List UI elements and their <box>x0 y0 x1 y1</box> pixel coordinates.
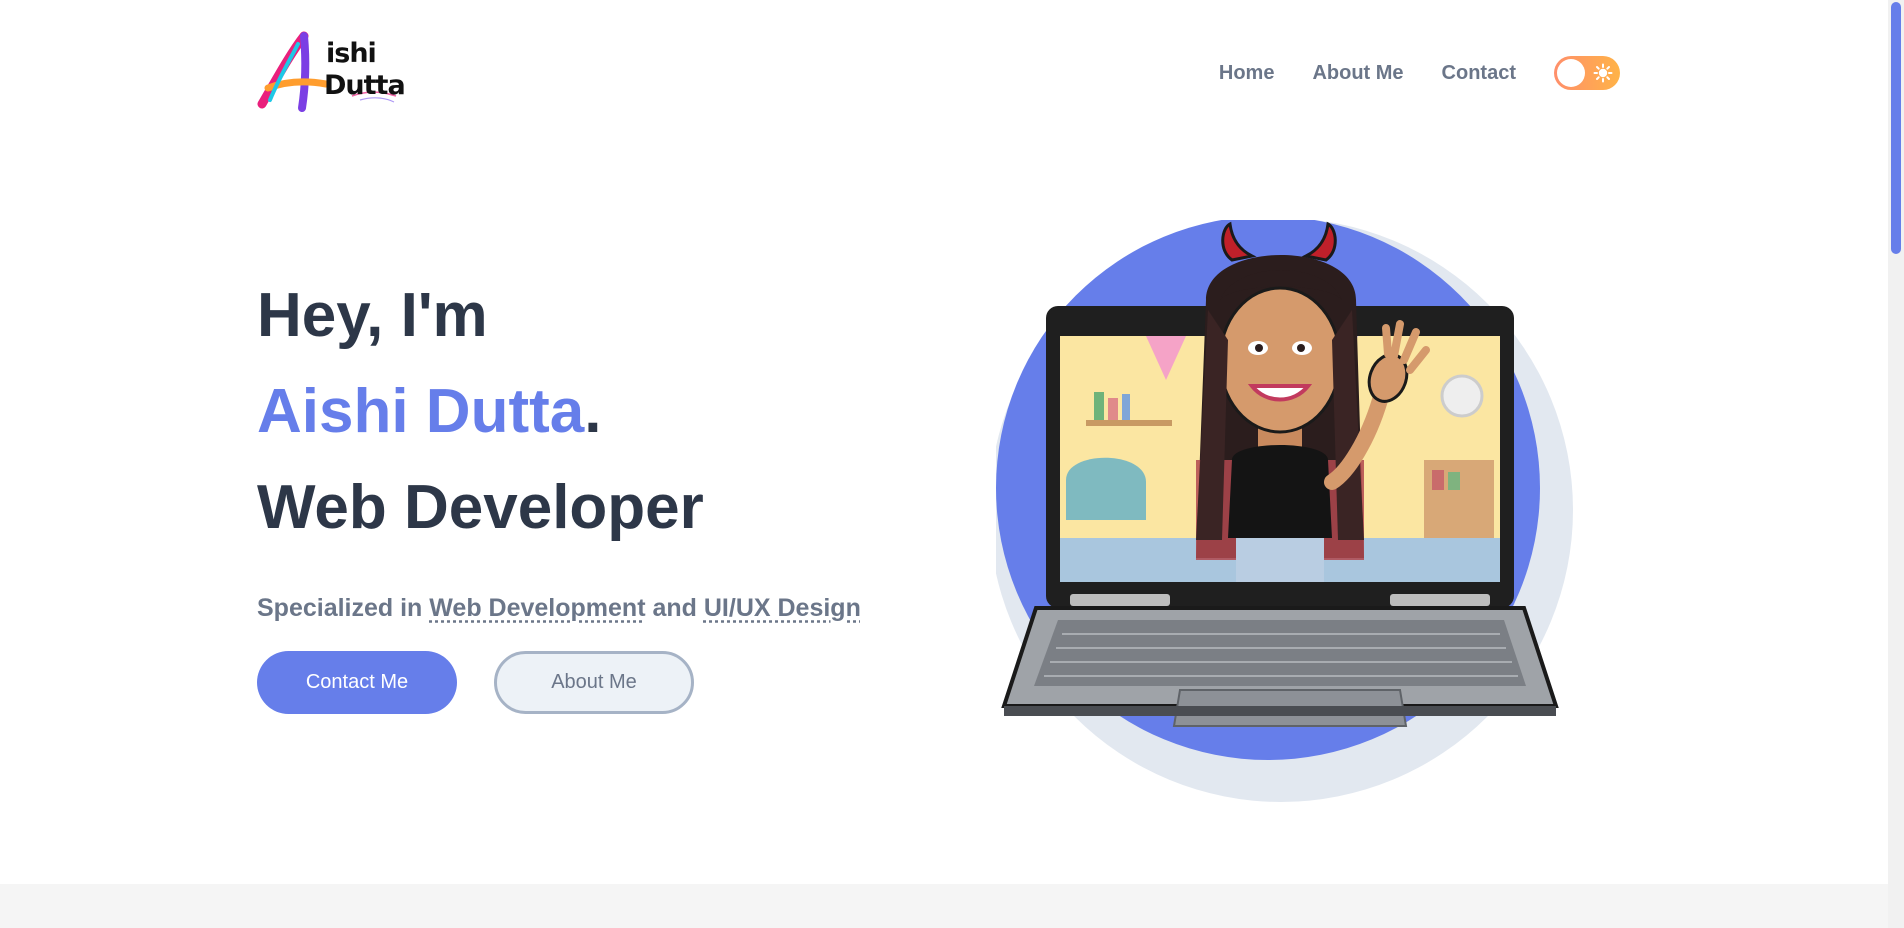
subtitle-prefix: Specialized in <box>257 594 430 622</box>
hero-name: Aishi Dutta <box>257 377 585 446</box>
sun-icon <box>1593 63 1613 83</box>
hero-subtitle: Specialized in Web Development and UI/UX… <box>257 594 957 623</box>
scrollbar-thumb[interactable] <box>1891 2 1901 254</box>
hero-greeting: Hey, I'm <box>257 281 488 350</box>
subtitle-joiner: and <box>645 594 704 622</box>
hero-buttons: Contact Me About Me <box>257 651 694 714</box>
hero-role: Web Developer <box>257 473 704 542</box>
hero-name-line: Aishi Dutta. <box>257 364 957 460</box>
hero-name-period: . <box>584 377 602 446</box>
brand-logo[interactable]: ishi Dutta <box>256 30 426 114</box>
nav-home-link[interactable]: Home <box>1219 57 1275 89</box>
avatar-laptop-image <box>996 220 1573 802</box>
nav-contact-link[interactable]: Contact <box>1442 57 1516 89</box>
skill-ui-ux-design: UI/UX Design <box>703 594 861 622</box>
logo-text-first: ishi <box>326 38 377 69</box>
main-nav: Home About Me Contact <box>1219 56 1620 90</box>
next-section-band <box>0 884 1888 928</box>
skill-web-development: Web Development <box>429 594 646 622</box>
contact-me-button[interactable]: Contact Me <box>257 651 457 714</box>
page-scrollbar[interactable] <box>1888 0 1904 928</box>
toggle-knob <box>1557 59 1585 87</box>
page: ishi Dutta Home About Me Contact Hey, I'… <box>0 0 1904 928</box>
logo-text-second: Dutta <box>324 70 406 101</box>
about-me-button[interactable]: About Me <box>494 651 694 714</box>
theme-toggle[interactable] <box>1554 56 1620 90</box>
nav-about-link[interactable]: About Me <box>1312 57 1403 89</box>
hero-illustration <box>996 220 1596 820</box>
hero-text: Hey, I'm Aishi Dutta. Web Developer Spec… <box>257 268 957 648</box>
site-header: ishi Dutta Home About Me Contact <box>0 0 1888 140</box>
